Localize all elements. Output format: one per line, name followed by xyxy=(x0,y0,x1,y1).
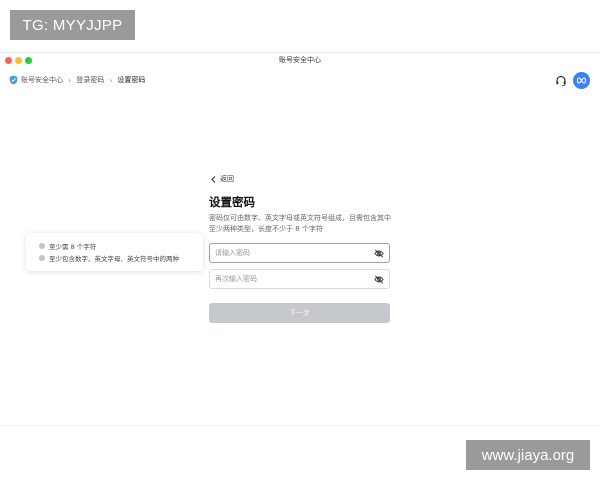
back-label: 返回 xyxy=(220,175,234,183)
watermark-bottom-right: www.jiaya.org xyxy=(466,440,590,470)
next-button[interactable]: 下一步 xyxy=(209,303,390,323)
confirm-password-input[interactable] xyxy=(215,273,365,285)
header: 账号安全中心 › 登录密码 › 设置密码 xyxy=(0,69,600,95)
rule-status-dot-icon xyxy=(39,255,45,261)
rule-text: 至少需 8 个字符 xyxy=(49,243,97,251)
window-title: 账号安全中心 xyxy=(279,56,321,64)
app-window: 账号安全中心 账号安全中心 › 登录密码 › 设置密码 返回 设置密码 密码仅可… xyxy=(0,52,600,426)
password-rules-description: 密码仅可由数字、英文字母或英文符号组成，且需包含其中至少两种类型，长度不少于 8… xyxy=(209,214,391,233)
chevron-left-icon xyxy=(211,175,216,183)
rule-text: 至少包含数字、英文字母、英文符号中的两种 xyxy=(49,255,179,263)
password-rules-tooltip: 至少需 8 个字符 至少包含数字、英文字母、英文符号中的两种 xyxy=(26,233,203,271)
rule-item: 至少需 8 个字符 xyxy=(39,240,203,252)
back-button[interactable]: 返回 xyxy=(211,174,234,184)
watermark-top-left: TG: MYYJJPP xyxy=(10,10,135,40)
breadcrumb-item-set-password: 设置密码 xyxy=(117,76,146,84)
chevron-right-icon: › xyxy=(109,75,113,85)
confirm-password-field[interactable] xyxy=(209,269,390,289)
infinity-logo-icon xyxy=(576,77,587,84)
chevron-right-icon: › xyxy=(68,75,72,85)
shield-icon xyxy=(9,75,18,85)
breadcrumb-item-account-security[interactable]: 账号安全中心 xyxy=(21,75,63,85)
eye-off-icon[interactable] xyxy=(374,275,384,284)
rule-item: 至少包含数字、英文字母、英文符号中的两种 xyxy=(39,252,203,264)
eye-off-icon[interactable] xyxy=(374,249,384,258)
password-input[interactable] xyxy=(215,247,365,259)
avatar[interactable] xyxy=(573,72,590,89)
page-title: 设置密码 xyxy=(209,195,255,209)
breadcrumb-item-login-password[interactable]: 登录密码 xyxy=(76,75,104,85)
title-bar: 账号安全中心 xyxy=(0,53,600,69)
headset-icon[interactable] xyxy=(555,75,567,87)
breadcrumb: 账号安全中心 › 登录密码 › 设置密码 xyxy=(9,75,145,85)
rule-status-dot-icon xyxy=(39,243,45,249)
password-field[interactable] xyxy=(209,243,390,263)
